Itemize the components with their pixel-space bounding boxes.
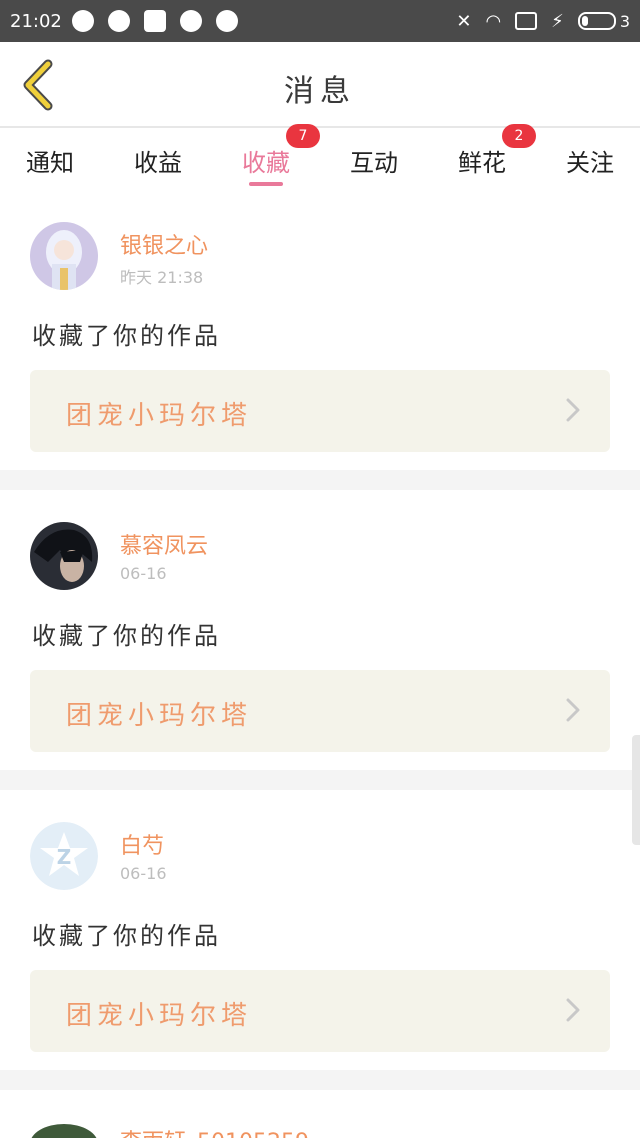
- battery-level: 3: [619, 11, 630, 31]
- tab-label: 收藏: [242, 148, 290, 177]
- chevron-right-icon: [566, 398, 580, 422]
- tab-badge: 7: [286, 124, 320, 148]
- wifi-icon: ◠: [485, 10, 502, 32]
- tab-label: 关注: [566, 148, 614, 177]
- tab-follow[interactable]: 关注: [566, 130, 614, 190]
- username[interactable]: 慕容凤云: [120, 528, 208, 560]
- timestamp: 06-16: [120, 564, 167, 583]
- play-icon: [143, 10, 166, 32]
- avatar[interactable]: [30, 522, 98, 590]
- active-tab-indicator: [249, 182, 283, 186]
- status-time: 21:02: [10, 10, 62, 32]
- work-title: 团宠小玛尔塔: [66, 401, 253, 431]
- tab-label: 互动: [350, 148, 398, 177]
- scroll-handle[interactable]: [632, 735, 640, 845]
- status-bar: 21:02 ✕ ◠ ⚡ 3: [0, 0, 640, 42]
- list-item-partial: 李雨轩_50105259: [0, 1118, 640, 1138]
- tab-label: 鲜花: [458, 148, 506, 177]
- action-text: 收藏了你的作品: [32, 922, 221, 950]
- timestamp: 06-16: [120, 864, 167, 883]
- chat-icon: [179, 10, 202, 32]
- page-title: 消息: [284, 74, 356, 109]
- screen-icon: [515, 12, 538, 30]
- svg-text:Z: Z: [57, 845, 72, 869]
- tab-label: 通知: [26, 148, 74, 177]
- list-item: Z 白芍 06-16 收藏了你的作品 团宠小玛尔塔: [0, 790, 640, 1070]
- work-link[interactable]: 团宠小玛尔塔: [30, 670, 610, 752]
- tab-interaction[interactable]: 互动: [350, 130, 398, 190]
- work-link[interactable]: 团宠小玛尔塔: [30, 970, 610, 1052]
- tab-income[interactable]: 收益: [134, 130, 182, 190]
- divider: [0, 770, 640, 790]
- account-icon: [215, 10, 238, 32]
- avatar[interactable]: [30, 1124, 98, 1138]
- work-title: 团宠小玛尔塔: [66, 1001, 253, 1031]
- tab-favorites[interactable]: 收藏 7: [242, 124, 320, 190]
- username[interactable]: 白芍: [120, 828, 164, 860]
- mute-icon: ✕: [456, 10, 472, 32]
- notification-icon: [71, 10, 94, 32]
- action-text: 收藏了你的作品: [32, 322, 221, 350]
- tab-notify[interactable]: 通知: [26, 130, 74, 190]
- message-list: 银银之心 昨天 21:38 收藏了你的作品 团宠小玛尔塔 慕容凤云 06-16 …: [0, 190, 640, 1090]
- screen: 21:02 ✕ ◠ ⚡ 3 消息 通知 收益 收藏 7 互动 鲜花 2 关注 银…: [0, 0, 640, 1138]
- action-text: 收藏了你的作品: [32, 622, 221, 650]
- tab-badge: 2: [502, 124, 536, 148]
- work-link[interactable]: 团宠小玛尔塔: [30, 370, 610, 452]
- status-right: ✕ ◠ ⚡ 3: [456, 11, 630, 32]
- divider: [0, 470, 640, 490]
- list-item: 银银之心 昨天 21:38 收藏了你的作品 团宠小玛尔塔: [0, 190, 640, 470]
- avatar[interactable]: Z: [30, 822, 98, 890]
- chevron-right-icon: [566, 698, 580, 722]
- message-icon: [107, 10, 130, 32]
- tab-label: 收益: [134, 148, 182, 177]
- tab-bar: 通知 收益 收藏 7 互动 鲜花 2 关注: [0, 124, 640, 190]
- header: 消息: [0, 42, 640, 128]
- charging-icon: ⚡: [551, 10, 564, 32]
- battery-icon: [577, 12, 616, 30]
- avatar[interactable]: [30, 222, 98, 290]
- username[interactable]: 银银之心: [120, 228, 208, 260]
- timestamp: 昨天 21:38: [120, 268, 204, 287]
- work-title: 团宠小玛尔塔: [66, 701, 253, 731]
- username[interactable]: 李雨轩_50105259: [120, 1124, 309, 1138]
- tab-flowers[interactable]: 鲜花 2: [458, 124, 536, 190]
- divider: [0, 1070, 640, 1090]
- chevron-right-icon: [566, 998, 580, 1022]
- list-item: 慕容凤云 06-16 收藏了你的作品 团宠小玛尔塔: [0, 490, 640, 770]
